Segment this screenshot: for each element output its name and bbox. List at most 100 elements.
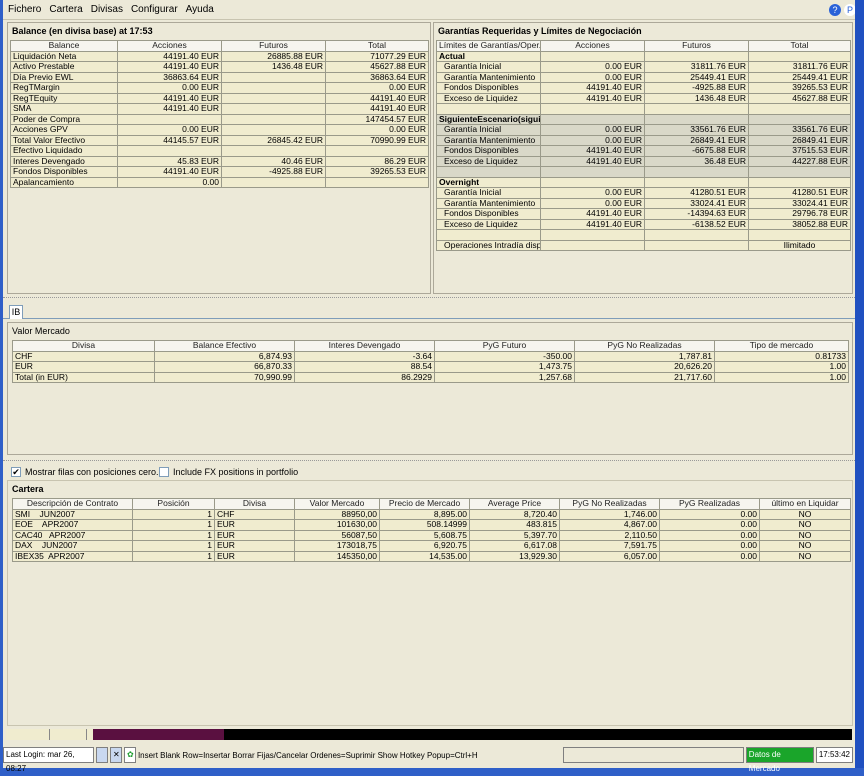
column-header[interactable]: último en Liquidar: [759, 498, 851, 510]
cell: [221, 71, 326, 83]
table-row[interactable]: Garantía Mantenimiento 0.00 EUR 25449.41 E…: [436, 71, 851, 83]
table-row[interactable]: Operaciones Intradía disp... Ilimitado: [436, 239, 851, 251]
clock: 17:53:42: [815, 747, 853, 763]
table-row[interactable]: SiguienteEscenario(sigui...: [436, 113, 851, 125]
table-row[interactable]: Poder de Compra 147454.57 EUR: [10, 113, 429, 125]
status-bar: Last Login: mar 26, 08:27 ✕ ✿ Insert Bla…: [3, 745, 855, 773]
table-row[interactable]: Garantía Inicial 0.00 EUR 31811.76 EUR 3181…: [436, 61, 851, 73]
column-header[interactable]: Divisa: [214, 498, 295, 510]
table-row[interactable]: [436, 229, 851, 241]
table-row[interactable]: Fondos Disponibles 44191.40 EUR -4925.88 E…: [10, 166, 429, 178]
cell: 25449.41 EUR: [748, 71, 851, 83]
cell: 44191.40 EUR: [540, 208, 645, 220]
cell: [540, 176, 645, 188]
table-row[interactable]: Exceso de Liquidez 44191.40 EUR 1436.48 EU…: [436, 92, 851, 104]
column-header[interactable]: Interes Devengado: [294, 340, 435, 352]
cell: 1: [132, 508, 215, 520]
column-header[interactable]: Futuros: [221, 40, 326, 52]
cell: EUR: [214, 550, 295, 562]
table-row[interactable]: Día Previo EWL 36863.64 EUR 36863.64 EUR: [10, 71, 429, 83]
table-row[interactable]: Garantía Inicial 0.00 EUR 33561.76 EUR 3356…: [436, 124, 851, 136]
splitter-2[interactable]: [3, 460, 855, 463]
column-header[interactable]: Futuros: [644, 40, 749, 52]
table-row[interactable]: Exceso de Liquidez 44191.40 EUR -6138.52 E…: [436, 218, 851, 230]
column-header[interactable]: Descripción de Contrato: [12, 498, 133, 510]
column-header[interactable]: PyG No Realizadas: [574, 340, 715, 352]
column-header[interactable]: PyG Realizadas: [659, 498, 760, 510]
checkbox-zero[interactable]: ✔: [11, 467, 21, 477]
table-row[interactable]: EUR 66,870.33 88.54 1,473.75 20,626.20 1.00: [12, 361, 849, 373]
position-row[interactable]: CAC40 APR2007 1 EUR 56087,50 5,608.75 5,397.7…: [12, 529, 851, 541]
minimize-icon[interactable]: [96, 747, 108, 763]
table-row[interactable]: Liquidación Neta 44191.40 EUR 26885.88 EUR…: [10, 50, 429, 62]
column-header[interactable]: Balance: [10, 40, 118, 52]
cell: DAX JUN2007: [12, 540, 133, 552]
menu-cartera[interactable]: Cartera: [49, 4, 82, 15]
table-row[interactable]: Efectivo Liquidado: [10, 145, 429, 157]
column-header[interactable]: Tipo de mercado: [714, 340, 849, 352]
cell: Fondos Disponibles: [10, 166, 118, 178]
table-row[interactable]: SMA 44191.40 EUR 44191.40 EUR: [10, 103, 429, 115]
position-row[interactable]: SMI JUN2007 1 CHF 88950,00 8,895.00 8,720.40 1…: [12, 508, 851, 520]
column-header[interactable]: Acciones: [117, 40, 222, 52]
table-row[interactable]: Fondos Disponibles 44191.40 EUR -14394.63 …: [436, 208, 851, 220]
cell: [540, 166, 645, 178]
show-zero-label: Mostrar filas con posiciones cero.: [25, 467, 159, 477]
menu-configurar[interactable]: Configurar: [131, 4, 178, 15]
table-row[interactable]: Garantía Mantenimiento 0.00 EUR 26849.41 E…: [436, 134, 851, 146]
position-row[interactable]: IBEX35 APR2007 1 EUR 145350,00 14,535.00 13,9…: [12, 550, 851, 562]
show-zero-checkbox[interactable]: ✔ Mostrar filas con posiciones cero.: [11, 467, 159, 477]
cell: -4925.88 EUR: [644, 82, 749, 94]
menu-fichero[interactable]: Fichero: [8, 4, 41, 15]
column-header[interactable]: Límites de Garantías/Oper...: [436, 40, 541, 52]
include-fx-checkbox[interactable]: Include FX positions in portfolio: [159, 467, 298, 477]
table-row[interactable]: RegTMargin 0.00 EUR 0.00 EUR: [10, 82, 429, 94]
position-row[interactable]: EOE APR2007 1 EUR 101630,00 508.14999 483.815…: [12, 519, 851, 531]
table-row[interactable]: Fondos Disponibles 44191.40 EUR -4925.88 E…: [436, 82, 851, 94]
cell: 0.00 EUR: [540, 197, 645, 209]
table-row[interactable]: Fondos Disponibles 44191.40 EUR -6675.88 E…: [436, 145, 851, 157]
position-row[interactable]: DAX JUN2007 1 EUR 173018,75 6,920.75 6,617.08…: [12, 540, 851, 552]
tab-ib[interactable]: IB: [9, 305, 23, 319]
table-row[interactable]: Total (in EUR) 70,990.99 86.2929 1,257.68 21…: [12, 371, 849, 383]
column-header[interactable]: Total: [748, 40, 851, 52]
cartera-table: Descripción de Contrato Posición Divisa Val…: [12, 498, 851, 562]
cell: NO: [759, 519, 851, 531]
column-header[interactable]: PyG Futuro: [434, 340, 575, 352]
table-row[interactable]: Overnight: [436, 176, 851, 188]
table-row[interactable]: CHF 6,874.93 -3.64 -350.00 1,787.81 0.81733: [12, 350, 849, 362]
menu-ayuda[interactable]: Ayuda: [186, 4, 214, 15]
menu-divisas[interactable]: Divisas: [91, 4, 123, 15]
table-row[interactable]: Exceso de Liquidez 44191.40 EUR 36.48 EUR 4…: [436, 155, 851, 167]
table-row[interactable]: Garantía Inicial 0.00 EUR 41280.51 EUR 4128…: [436, 187, 851, 199]
cell: CHF: [214, 508, 295, 520]
cell: 44191.40 EUR: [540, 82, 645, 94]
cell: 88950,00: [294, 508, 380, 520]
cell: 70,990.99: [154, 371, 295, 383]
column-header[interactable]: Balance Efectivo: [154, 340, 295, 352]
valor-mercado-panel: Valor Mercado Divisa Balance Efectivo Inte…: [7, 322, 853, 455]
table-row[interactable]: [436, 103, 851, 115]
expand-icon[interactable]: ✕: [109, 747, 122, 763]
column-header[interactable]: Posición: [132, 498, 215, 510]
column-header[interactable]: Precio de Mercado: [379, 498, 470, 510]
column-header[interactable]: Total: [325, 40, 429, 52]
column-header[interactable]: Average Price: [469, 498, 560, 510]
table-row[interactable]: [436, 166, 851, 178]
table-row[interactable]: Actual: [436, 50, 851, 62]
column-header[interactable]: Valor Mercado: [294, 498, 380, 510]
table-row[interactable]: Interes Devengado 45.83 EUR 40.46 EUR 86.29…: [10, 155, 429, 167]
table-row[interactable]: Total Valor Efectivo 44145.57 EUR 26845.42…: [10, 134, 429, 146]
table-row[interactable]: Acciones GPV 0.00 EUR 0.00 EUR: [10, 124, 429, 136]
cell: 1.00: [714, 361, 849, 373]
column-header[interactable]: Divisa: [12, 340, 155, 352]
table-row[interactable]: Activo Prestable 44191.40 EUR 1436.48 EUR 4…: [10, 61, 429, 73]
column-header[interactable]: PyG No Realizadas: [559, 498, 660, 510]
splitter[interactable]: [3, 297, 855, 302]
help-icon[interactable]: ?: [829, 4, 841, 16]
checkbox-fx[interactable]: [159, 467, 169, 477]
table-row[interactable]: Garantía Mantenimiento 0.00 EUR 33024.41 E…: [436, 197, 851, 209]
column-header[interactable]: Acciones: [540, 40, 645, 52]
table-row[interactable]: Apalancamiento 0.00: [10, 176, 429, 188]
table-row[interactable]: RegTEquity 44191.40 EUR 44191.40 EUR: [10, 92, 429, 104]
